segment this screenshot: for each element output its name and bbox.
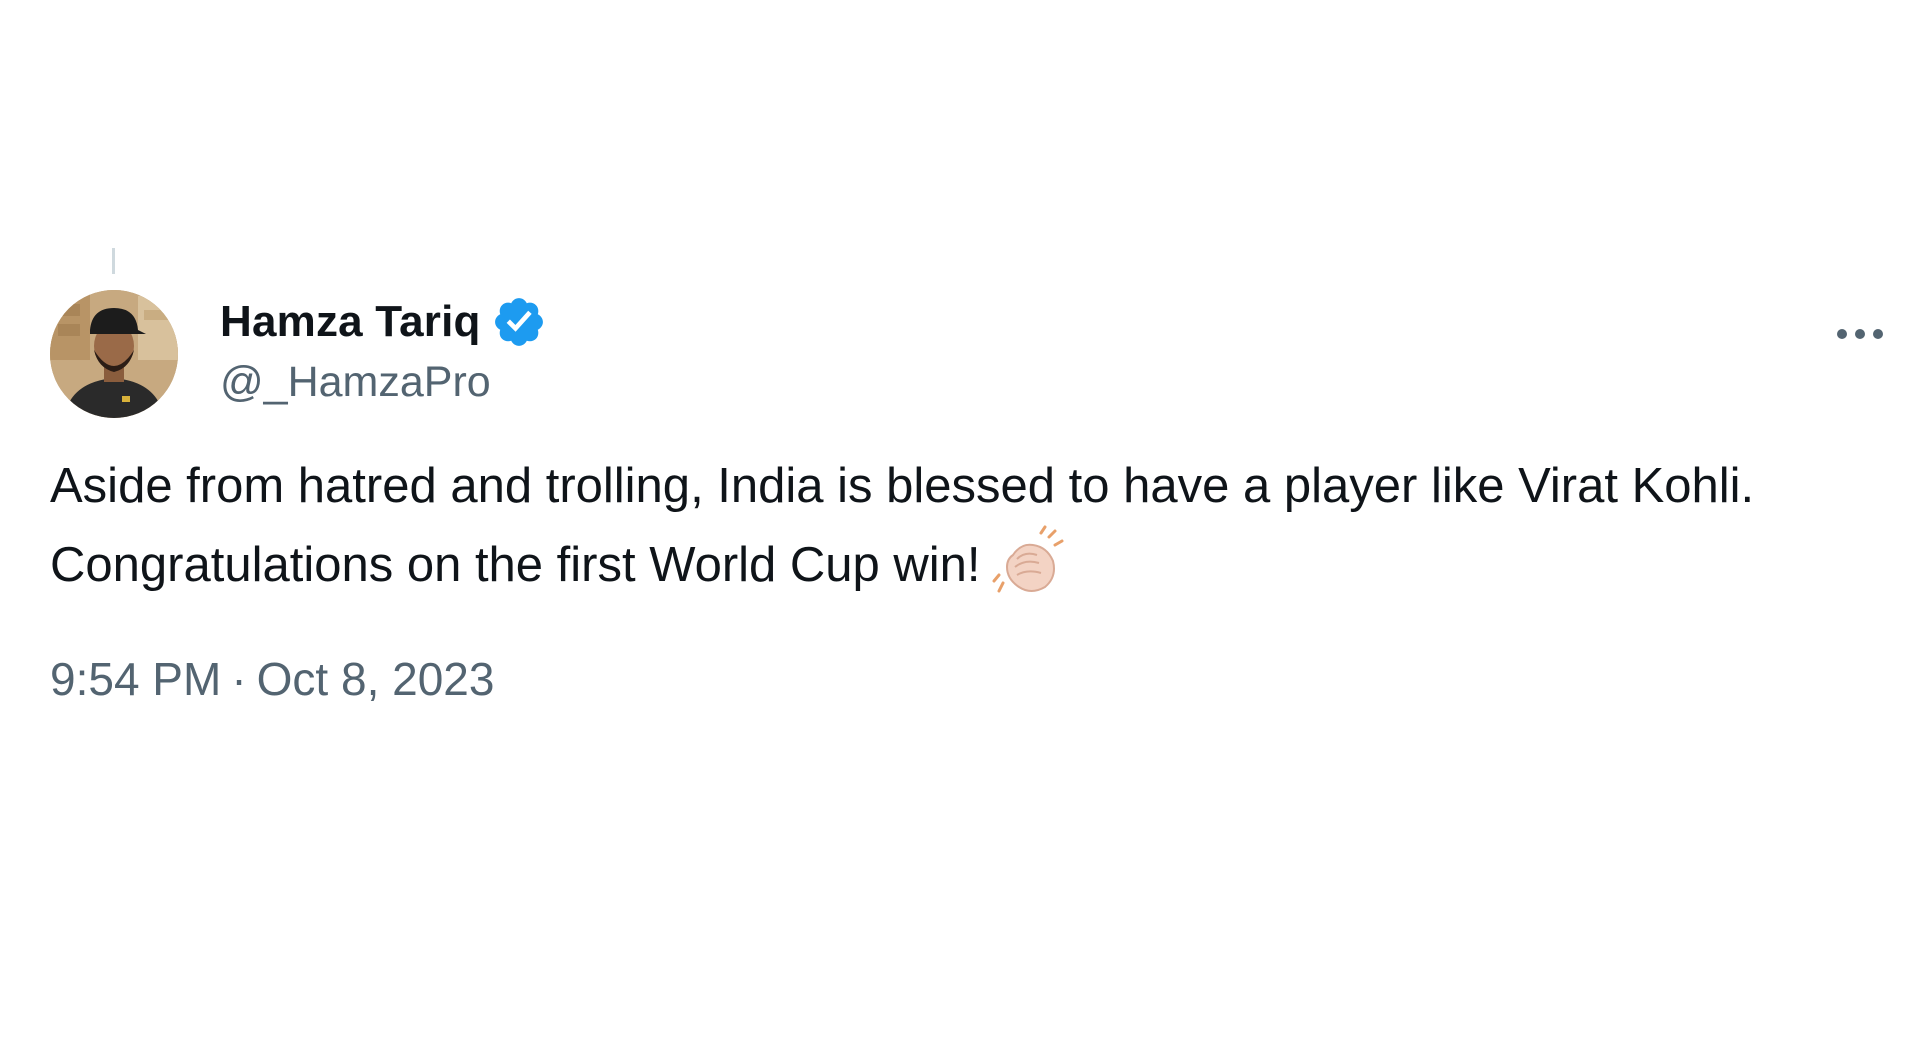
avatar-photo-icon: [50, 290, 178, 418]
timestamp-separator: ·: [231, 653, 247, 705]
tweet-text: Aside from hatred and trolling, India is…: [50, 448, 1890, 604]
author-avatar[interactable]: [50, 290, 178, 418]
more-options-icon[interactable]: [1830, 314, 1890, 354]
tweet-header: Hamza Tariq @_HamzaPro: [50, 288, 1890, 420]
author-handle[interactable]: @_HamzaPro: [220, 358, 547, 407]
tweet-date[interactable]: Oct 8, 2023: [257, 652, 495, 706]
tweet-screenshot: Hamza Tariq @_HamzaPro Aside from hatred…: [0, 0, 1920, 1047]
tweet-timestamp: 9:54 PM · Oct 8, 2023: [50, 652, 1890, 706]
author-display-name[interactable]: Hamza Tariq: [220, 297, 481, 347]
tweet-time[interactable]: 9:54 PM: [50, 652, 221, 706]
clapping-hands-icon: [991, 525, 1069, 597]
tweet-card[interactable]: Hamza Tariq @_HamzaPro Aside from hatred…: [50, 288, 1890, 706]
author-identity: Hamza Tariq @_HamzaPro: [220, 294, 547, 407]
verified-badge-icon[interactable]: [491, 294, 547, 350]
thread-connector-line: [112, 248, 115, 274]
tweet-text-content: Aside from hatred and trolling, India is…: [50, 459, 1755, 592]
name-row: Hamza Tariq: [220, 294, 547, 350]
